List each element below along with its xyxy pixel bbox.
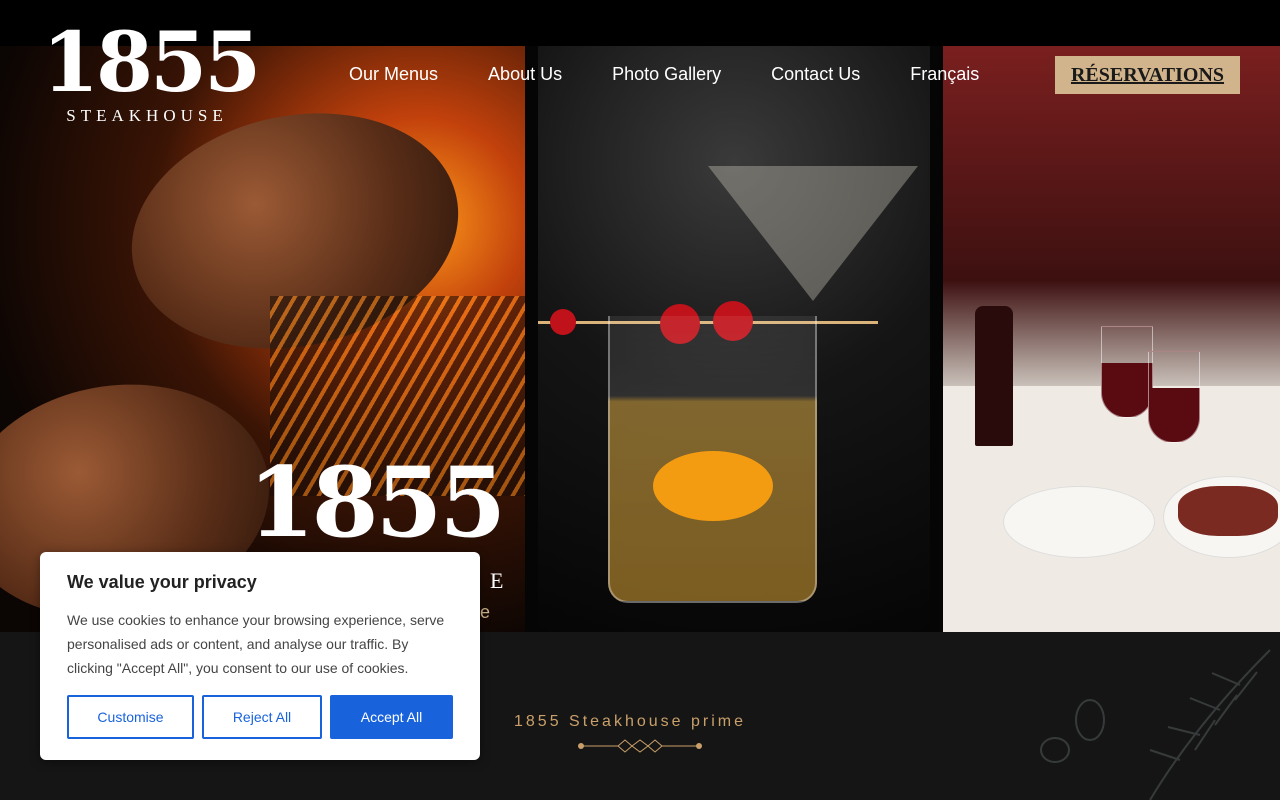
nav-contact-us[interactable]: Contact Us: [771, 64, 860, 85]
orange-peel-shape: [653, 451, 773, 521]
hero-banner: 1855 E e: [0, 46, 1280, 632]
wine-bottle-shape: [975, 306, 1013, 446]
logo-subtitle: STEAKHOUSE: [66, 106, 228, 125]
panel-logo-partial-2: e: [480, 602, 491, 622]
plate-shape: [1003, 486, 1155, 558]
martini-glass-shape: [708, 166, 918, 301]
site-logo[interactable]: 1855 STEAKHOUSE: [42, 15, 261, 126]
reservations-button[interactable]: RÉSERVATIONS: [1055, 56, 1240, 94]
logo-number: 1855: [42, 15, 261, 111]
main-nav: Our Menus About Us Photo Gallery Contact…: [349, 64, 1029, 85]
hero-cocktail-image: [538, 46, 930, 632]
sliced-steak-shape: [1178, 486, 1278, 536]
wine-glass-shape: [1148, 351, 1200, 443]
herb-illustration-icon: [1040, 649, 1271, 800]
cherry-shape: [550, 309, 576, 335]
hero-steak-image: 1855 E e: [0, 46, 525, 632]
reject-all-button[interactable]: Reject All: [202, 695, 322, 739]
accept-all-button[interactable]: Accept All: [330, 695, 453, 739]
customise-button[interactable]: Customise: [67, 695, 194, 739]
site-header: 1855 STEAKHOUSE Our Menus About Us Photo…: [0, 0, 1280, 130]
nav-language-francais[interactable]: Français: [910, 64, 979, 85]
hero-dining-image: [943, 46, 1280, 632]
tagline: 1855 Steakhouse prime: [514, 713, 746, 730]
cookie-text: We use cookies to enhance your browsing …: [67, 612, 445, 676]
nav-about-us[interactable]: About Us: [488, 64, 562, 85]
cookie-title: We value your privacy: [67, 572, 257, 592]
panel-logo-number: 1855: [248, 446, 506, 559]
nav-our-menus[interactable]: Our Menus: [349, 64, 438, 85]
cookie-consent-dialog: We value your privacy We use cookies to …: [40, 552, 480, 760]
panel-logo-partial: E: [490, 568, 504, 593]
nav-photo-gallery[interactable]: Photo Gallery: [612, 64, 721, 85]
ornament-divider-icon: [578, 739, 702, 753]
wine-glass-shape: [1101, 326, 1153, 418]
